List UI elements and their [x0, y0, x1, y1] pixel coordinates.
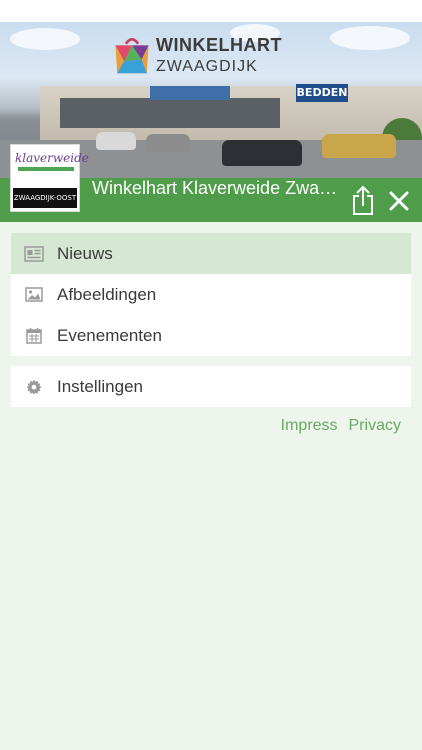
brand-logo: WINKELHART ZWAAGDIJK	[112, 30, 282, 80]
menu-item-label: Afbeeldingen	[57, 284, 157, 304]
menu-item-instellingen[interactable]: Instellingen	[11, 366, 411, 407]
impress-link[interactable]: Impress	[281, 417, 338, 435]
page-title: Winkelhart Klaverweide Zwaagdijk	[92, 178, 342, 198]
shopping-bag-icon	[115, 38, 149, 74]
building-facade	[60, 98, 280, 128]
menu-item-label: Evenementen	[57, 325, 162, 345]
logo-strip	[18, 167, 74, 171]
car	[222, 140, 302, 166]
privacy-link[interactable]: Privacy	[349, 417, 401, 435]
share-icon[interactable]	[348, 184, 378, 216]
brand-subtitle: ZWAAGDIJK	[156, 57, 258, 75]
logo-caption: ZWAAGDIJK-OOST	[13, 188, 77, 208]
store-sign: BEDDEN	[296, 84, 348, 102]
store-logo: klaverweide ZWAAGDIJK-OOST	[10, 144, 89, 212]
settings-list: Instellingen	[11, 366, 411, 407]
car	[146, 134, 190, 152]
status-bar	[0, 0, 422, 22]
newspaper-icon	[24, 245, 44, 262]
gear-icon	[26, 379, 42, 394]
menu-list: Nieuws Afbeeldingen Evenementen	[11, 233, 411, 356]
building-roof	[150, 86, 230, 100]
car	[322, 134, 396, 158]
menu-item-evenementen[interactable]: Evenementen	[11, 315, 411, 356]
menu-item-nieuws[interactable]: Nieuws	[11, 233, 411, 274]
brand-name: WINKELHART	[156, 34, 282, 55]
cloud	[330, 26, 410, 50]
menu-item-label: Instellingen	[57, 376, 144, 396]
close-icon[interactable]	[384, 186, 414, 216]
menu-item-label: Nieuws	[57, 243, 113, 263]
logo-wordmark: klaverweide	[15, 151, 89, 165]
car	[96, 132, 136, 150]
menu-item-afbeeldingen[interactable]: Afbeeldingen	[11, 274, 411, 315]
footer-links: Impress Privacy	[281, 417, 401, 435]
cloud	[10, 28, 80, 50]
image-icon	[25, 287, 43, 302]
calendar-icon	[26, 328, 42, 344]
